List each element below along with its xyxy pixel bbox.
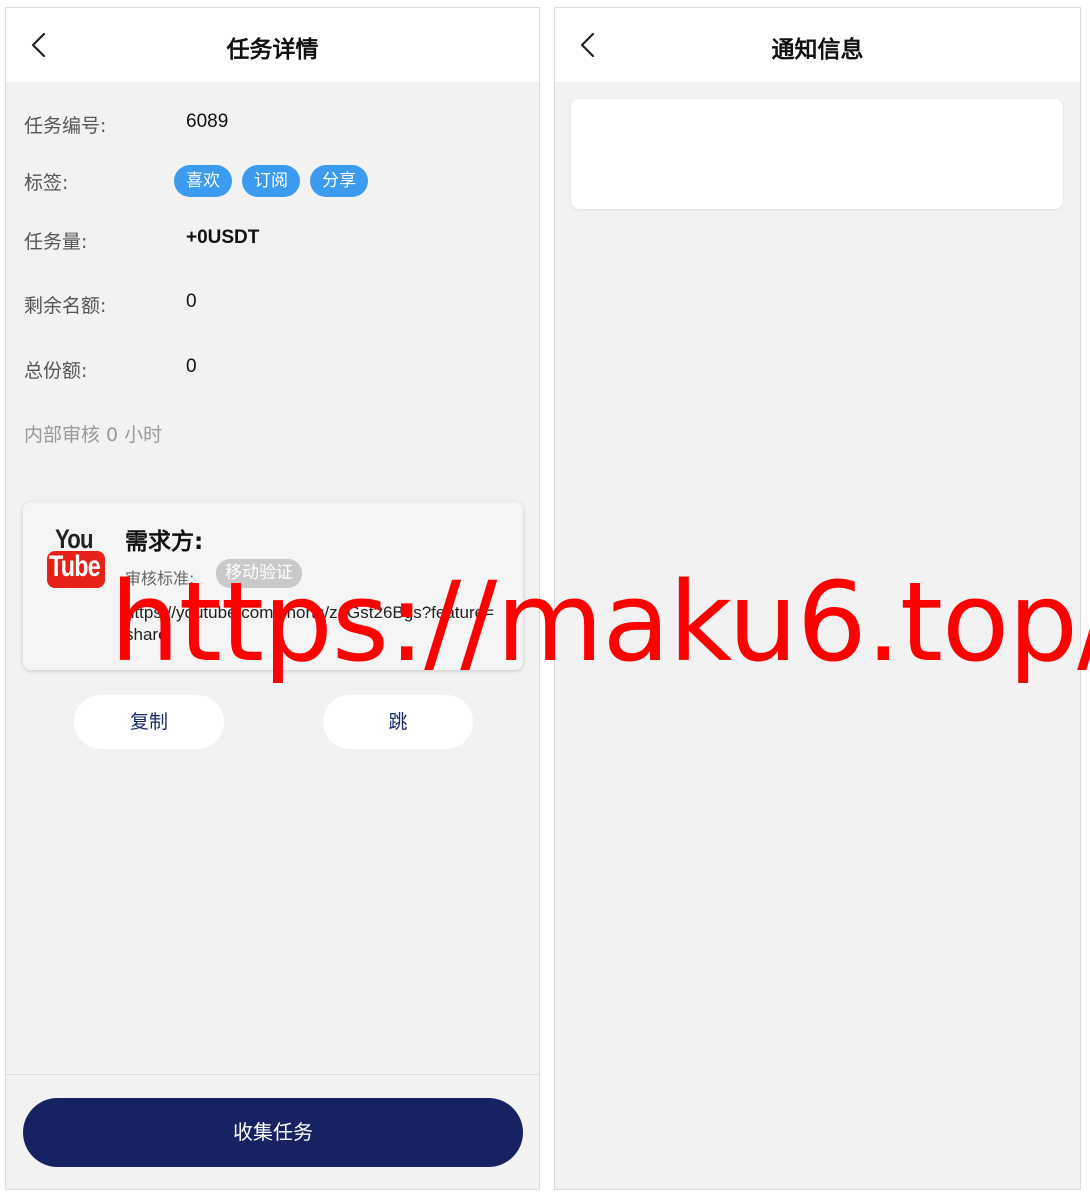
task-link[interactable]: https://youtube.com/shorts/zaGst26Bgs?fe… bbox=[125, 602, 497, 646]
tag-subscribe[interactable]: 订阅 bbox=[242, 165, 300, 197]
review-standard-label: 审核标准: bbox=[125, 569, 195, 588]
total-share-value: 0 bbox=[186, 356, 197, 377]
page-title: 通知信息 bbox=[771, 37, 864, 63]
top-nav-bar: 通知信息 bbox=[555, 8, 1080, 82]
notification-screen: 通知信息 bbox=[554, 7, 1081, 1190]
requester-card: You Tube 需求方: 审核标准: 移动验证 https://youtube… bbox=[23, 502, 523, 670]
youtube-logo-icon: You Tube bbox=[45, 524, 107, 590]
total-share-label: 总份额: bbox=[24, 360, 88, 382]
remaining-quota-label: 剩余名额: bbox=[24, 295, 107, 317]
task-id-label: 任务编号: bbox=[24, 115, 107, 137]
top-nav-bar: 任务详情 bbox=[6, 8, 539, 82]
task-detail-screen: 任务详情 任务编号: 6089 标签: 喜欢 订阅 分享 任务量: +0USDT… bbox=[5, 7, 540, 1190]
task-amount-label: 任务量: bbox=[24, 231, 88, 253]
remaining-quota-value: 0 bbox=[186, 291, 197, 312]
tag-share[interactable]: 分享 bbox=[310, 165, 368, 197]
task-id-value: 6089 bbox=[186, 111, 229, 132]
copy-button[interactable]: 复制 bbox=[74, 695, 224, 749]
notification-card bbox=[571, 99, 1063, 209]
review-standard-badge: 移动验证 bbox=[216, 559, 302, 588]
page-title: 任务详情 bbox=[226, 37, 319, 63]
tags-label: 标签: bbox=[24, 172, 69, 194]
bottom-action-bar: 收集任务 bbox=[6, 1074, 539, 1189]
youtube-logo-tube-text: Tube bbox=[49, 550, 101, 583]
collect-task-button[interactable]: 收集任务 bbox=[23, 1098, 523, 1167]
tag-like[interactable]: 喜欢 bbox=[174, 165, 232, 197]
review-time-note: 内部审核 0 小时 bbox=[24, 424, 163, 446]
jump-button[interactable]: 跳 bbox=[323, 695, 473, 749]
task-amount-value: +0USDT bbox=[186, 227, 260, 248]
requester-title: 需求方: bbox=[125, 529, 204, 555]
